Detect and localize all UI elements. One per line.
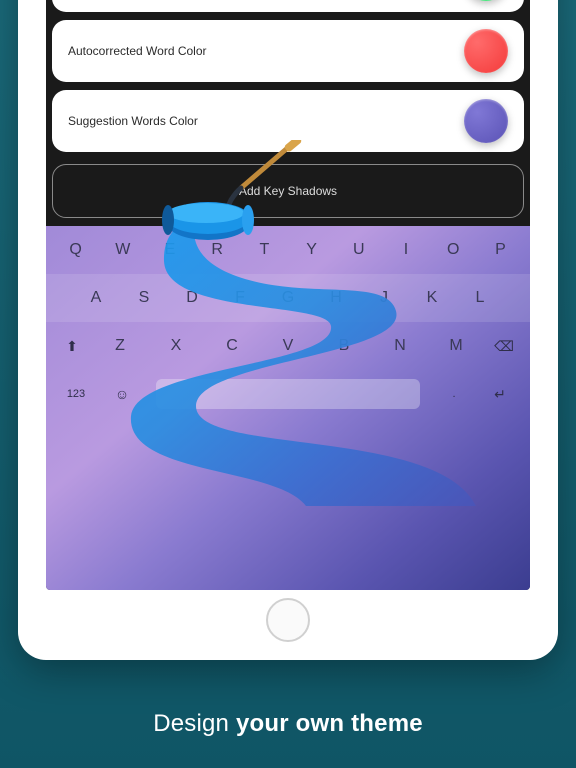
shift-key-icon[interactable]: ⬆ [52, 338, 92, 355]
key[interactable]: K [408, 289, 456, 307]
key[interactable]: T [241, 241, 288, 259]
tablet-device-frame: Key Color Autocorrected Word Color Sugge… [18, 0, 558, 660]
key[interactable]: G [264, 289, 312, 307]
key[interactable]: I [382, 241, 429, 259]
color-swatch-green[interactable] [464, 0, 508, 1]
key[interactable]: F [216, 289, 264, 307]
color-swatch-purple[interactable] [464, 99, 508, 143]
device-screen: Key Color Autocorrected Word Color Sugge… [46, 0, 530, 590]
keyboard-row-3: ⬆ Z X C V B N M ⌫ [46, 322, 530, 370]
setting-key-color[interactable]: Key Color [52, 0, 524, 12]
color-swatch-red[interactable] [464, 29, 508, 73]
add-key-shadows-button[interactable]: Add Key Shadows [52, 164, 524, 218]
key[interactable]: U [335, 241, 382, 259]
setting-autocorrected-color[interactable]: Autocorrected Word Color [52, 20, 524, 82]
setting-label: Autocorrected Word Color [68, 44, 207, 58]
setting-suggestion-color[interactable]: Suggestion Words Color [52, 90, 524, 152]
key[interactable]: M [428, 337, 484, 355]
key[interactable]: J [360, 289, 408, 307]
keyboard-preview: Q W E R T Y U I O P A S D F G H J K L [46, 226, 530, 590]
home-button[interactable] [266, 598, 310, 642]
key[interactable]: B [316, 337, 372, 355]
marketing-caption: Design your own theme [0, 710, 576, 738]
setting-label: Suggestion Words Color [68, 114, 198, 128]
key[interactable]: E [146, 241, 193, 259]
keyboard-row-bottom: 123 ☺ . ↵ [46, 370, 530, 418]
key[interactable]: R [194, 241, 241, 259]
button-label: Add Key Shadows [239, 184, 337, 198]
key[interactable]: Y [288, 241, 335, 259]
theme-settings-panel: Key Color Autocorrected Word Color Sugge… [46, 0, 530, 160]
period-key[interactable]: . [434, 388, 474, 400]
key[interactable]: L [456, 289, 504, 307]
backspace-key-icon[interactable]: ⌫ [484, 338, 524, 355]
key[interactable]: P [477, 241, 524, 259]
key[interactable]: A [72, 289, 120, 307]
keyboard-row-2: A S D F G H J K L [46, 274, 530, 322]
key[interactable]: C [204, 337, 260, 355]
key[interactable]: V [260, 337, 316, 355]
key[interactable]: Q [52, 241, 99, 259]
key[interactable]: O [430, 241, 477, 259]
numbers-key[interactable]: 123 [56, 388, 96, 400]
key[interactable]: Z [92, 337, 148, 355]
key[interactable]: H [312, 289, 360, 307]
key[interactable]: S [120, 289, 168, 307]
spacebar-key[interactable] [156, 379, 420, 409]
keyboard-row-1: Q W E R T Y U I O P [46, 226, 530, 274]
key[interactable]: X [148, 337, 204, 355]
key[interactable]: D [168, 289, 216, 307]
key[interactable]: W [99, 241, 146, 259]
caption-pre: Design [153, 710, 236, 737]
emoji-key-icon[interactable]: ☺ [102, 386, 142, 402]
caption-bold: your own theme [236, 710, 423, 737]
return-key-icon[interactable]: ↵ [480, 386, 520, 403]
key[interactable]: N [372, 337, 428, 355]
